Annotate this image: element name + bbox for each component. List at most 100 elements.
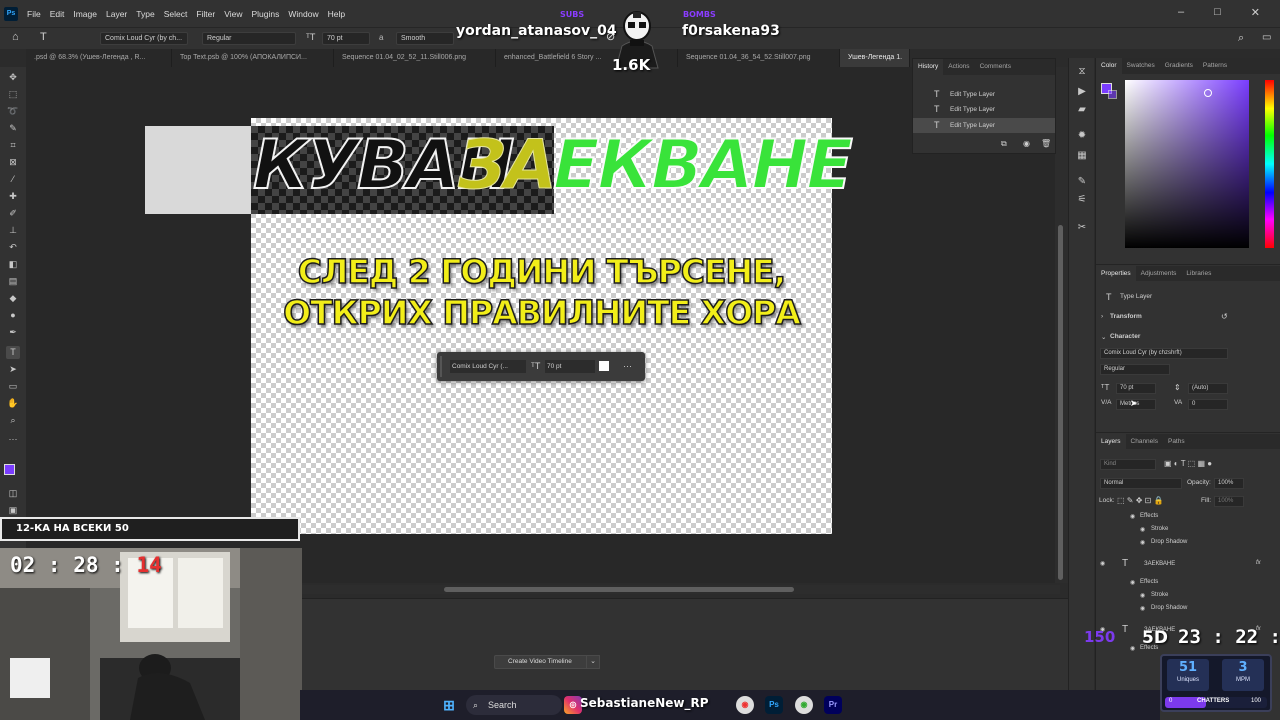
- reset-icon[interactable]: ↺: [1221, 312, 1228, 321]
- menu-file[interactable]: File: [27, 9, 41, 19]
- horizontal-scroll-thumb[interactable]: [444, 587, 794, 592]
- doc-tab[interactable]: Sequence 01.04_36_54_52.Still007.png: [678, 49, 840, 67]
- character-size-field[interactable]: 70 pt: [1116, 383, 1156, 394]
- zoom-tool-icon[interactable]: ⌕: [6, 414, 20, 427]
- tab-history[interactable]: History: [913, 59, 944, 75]
- type-tool-icon[interactable]: T: [40, 31, 47, 43]
- effect-visibility-icon[interactable]: ◉: [1130, 513, 1135, 520]
- visibility-eye-icon[interactable]: ◉: [1100, 560, 1105, 567]
- chevron-down-icon[interactable]: ⌄: [1101, 333, 1106, 341]
- menu-view[interactable]: View: [224, 9, 242, 19]
- tab-gradients[interactable]: Gradients: [1160, 58, 1198, 74]
- search-icon[interactable]: ⌕: [1238, 32, 1244, 45]
- color-picker-field[interactable]: [1125, 80, 1249, 248]
- color-picker-ring[interactable]: [1204, 89, 1212, 97]
- tab-layers[interactable]: Layers: [1096, 434, 1126, 449]
- opacity-field[interactable]: 100%: [1214, 478, 1244, 489]
- character-font-select[interactable]: Comix Loud Cyr (by chzshrft): [1100, 348, 1228, 359]
- stamp-tool-icon[interactable]: ⊥: [6, 224, 20, 237]
- layer-filter-search[interactable]: Kind: [1100, 459, 1156, 470]
- premiere-taskbar-icon[interactable]: Pr: [824, 696, 842, 714]
- menu-filter[interactable]: Filter: [196, 9, 215, 19]
- trash-icon[interactable]: 🗑: [1041, 139, 1051, 148]
- minimize-button[interactable]: –: [1178, 6, 1184, 18]
- marquee-tool-icon[interactable]: ⬚: [6, 88, 20, 101]
- eraser-tool-icon[interactable]: ◧: [6, 258, 20, 271]
- history-item[interactable]: T Edit Type Layer: [913, 102, 1055, 117]
- path-select-tool-icon[interactable]: ➤: [6, 363, 20, 376]
- maximize-button[interactable]: □: [1214, 6, 1221, 18]
- eyedropper-tool-icon[interactable]: ⁄: [6, 173, 20, 186]
- fx-icon[interactable]: fx: [1256, 560, 1261, 566]
- more-options-icon[interactable]: ···: [623, 360, 632, 373]
- doc-tab-active[interactable]: Ушев-Легенда 1.: [840, 49, 910, 67]
- adjustments-icon[interactable]: ⚟: [1076, 194, 1088, 206]
- layer-filter-icons[interactable]: ▣ ◐ T ⬚ ▦ ●: [1164, 459, 1212, 468]
- snapshot-icon[interactable]: ◉: [1023, 139, 1030, 148]
- font-size-select[interactable]: 70 pt: [322, 32, 370, 45]
- chrome-icon[interactable]: ◉: [736, 696, 754, 714]
- chevron-right-icon[interactable]: ›: [1101, 313, 1103, 320]
- tab-paths[interactable]: Paths: [1163, 434, 1190, 449]
- taskbar-search[interactable]: ⌕ Search: [466, 695, 562, 715]
- effect-visibility-icon[interactable]: ◉: [1140, 539, 1145, 546]
- tab-patterns[interactable]: Patterns: [1198, 58, 1232, 74]
- home-icon[interactable]: ⌂: [12, 31, 19, 43]
- tab-properties[interactable]: Properties: [1096, 266, 1136, 281]
- character-leading-field[interactable]: (Auto): [1188, 383, 1228, 394]
- move-tool-icon[interactable]: ✥: [6, 71, 20, 84]
- blend-mode-select[interactable]: Normal: [1100, 478, 1182, 489]
- type-tool-icon[interactable]: T: [6, 346, 20, 359]
- menu-layer[interactable]: Layer: [106, 9, 127, 19]
- close-button[interactable]: ✕: [1251, 6, 1260, 19]
- levels-icon[interactable]: ▦: [1076, 150, 1088, 162]
- tools-icon[interactable]: ✂: [1076, 222, 1088, 234]
- layer-row[interactable]: ◉ T ЗАЕКВАНЕ fx: [1096, 558, 1271, 574]
- font-style-select[interactable]: Regular: [202, 32, 296, 45]
- tab-channels[interactable]: Channels: [1126, 434, 1163, 449]
- chrome-icon[interactable]: ◉: [795, 696, 813, 714]
- crop-tool-icon[interactable]: ⌗: [6, 139, 20, 152]
- hue-slider[interactable]: [1265, 80, 1274, 248]
- effect-visibility-icon[interactable]: ◉: [1140, 605, 1145, 612]
- lasso-tool-icon[interactable]: ➰: [6, 105, 20, 118]
- character-tracking-field[interactable]: 0: [1188, 399, 1228, 410]
- menu-type[interactable]: Type: [136, 9, 154, 19]
- dodge-tool-icon[interactable]: ●: [6, 309, 20, 322]
- menu-edit[interactable]: Edit: [50, 9, 65, 19]
- blur-tool-icon[interactable]: ◆: [6, 292, 20, 305]
- screen-mode-icon[interactable]: ▣: [6, 504, 20, 517]
- healing-tool-icon[interactable]: ✚: [6, 190, 20, 203]
- lock-icons[interactable]: ⬚ ✎ ✥ ⊡ 🔒: [1117, 496, 1164, 505]
- history-item-selected[interactable]: T Edit Type Layer: [913, 118, 1055, 133]
- history-item[interactable]: T Edit Type Layer: [913, 87, 1055, 102]
- character-section[interactable]: Character: [1110, 333, 1140, 340]
- pen-tool-icon[interactable]: ✒: [6, 326, 20, 339]
- effect-visibility-icon[interactable]: ◉: [1140, 526, 1145, 533]
- tab-color[interactable]: Color: [1096, 58, 1122, 74]
- doc-tab[interactable]: Top Text.psb @ 100% (АПОКАЛИПСИ...: [172, 49, 334, 67]
- character-style-select[interactable]: Regular: [1100, 364, 1170, 375]
- gradient-tool-icon[interactable]: ▤: [6, 275, 20, 288]
- menu-help[interactable]: Help: [328, 9, 345, 19]
- history-brush-tool-icon[interactable]: ↶: [6, 241, 20, 254]
- quick-select-tool-icon[interactable]: ✎: [6, 122, 20, 135]
- chevron-down-icon[interactable]: ⌄: [586, 655, 600, 669]
- menu-plugins[interactable]: Plugins: [251, 9, 279, 19]
- vertical-scroll-thumb[interactable]: [1058, 225, 1063, 580]
- font-family-select[interactable]: Comix Loud Cyr (by ch...: [100, 32, 188, 45]
- hand-tool-icon[interactable]: ✋: [6, 397, 20, 410]
- effect-visibility-icon[interactable]: ◉: [1130, 645, 1135, 652]
- float-size-select[interactable]: 70 pt: [545, 360, 595, 373]
- rectangle-tool-icon[interactable]: ▭: [6, 380, 20, 393]
- frame-tool-icon[interactable]: ⊠: [6, 156, 20, 169]
- antialias-select[interactable]: Smooth: [396, 32, 454, 45]
- workspace-icon[interactable]: ▭: [1262, 32, 1271, 43]
- foreground-color-swatch[interactable]: [4, 464, 15, 475]
- tab-actions[interactable]: Actions: [943, 59, 974, 75]
- effect-visibility-icon[interactable]: ◉: [1140, 592, 1145, 599]
- color-background-swatch[interactable]: [1108, 90, 1117, 99]
- brightness-icon[interactable]: ✹: [1076, 130, 1088, 142]
- windows-start-icon[interactable]: ⊞: [440, 696, 458, 714]
- tab-comments[interactable]: Comments: [975, 59, 1016, 75]
